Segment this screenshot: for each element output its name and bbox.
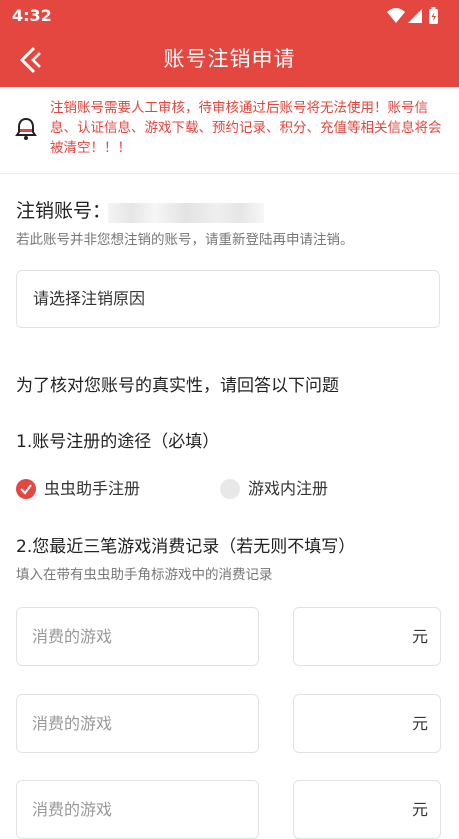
game-input-1[interactable]: 消费的游戏: [16, 607, 259, 666]
status-time: 4:32: [12, 6, 52, 25]
notice-text: 注销账号需要人工审核，待审核通过后账号将无法使用！账号信息、认证信息、游戏下载、…: [50, 100, 442, 156]
currency-unit: 元: [411, 800, 428, 819]
currency-unit: 元: [411, 714, 428, 733]
app-bar: 账号注销申请: [0, 32, 459, 87]
radio-option-app-register[interactable]: 虫虫助手注册: [16, 479, 166, 501]
battery-icon: [429, 7, 438, 24]
question-2-label: 2.您最近三笔游戏消费记录（若无则不填写）: [16, 537, 356, 557]
question-2-hint: 填入在带有虫虫助手角标游戏中的消费记录: [16, 567, 273, 583]
amount-input-1[interactable]: 元: [293, 607, 441, 666]
signal-icon: [408, 9, 422, 23]
page-title: 账号注销申请: [163, 47, 296, 71]
status-icons: [385, 6, 445, 26]
status-bar: 4:32: [0, 0, 459, 32]
amount-input-3[interactable]: 元: [293, 780, 441, 839]
radio-option-game-register[interactable]: 游戏内注册: [220, 479, 350, 501]
verify-title: 为了核对您账号的真实性，请回答以下问题: [16, 376, 339, 396]
currency-unit: 元: [411, 627, 428, 646]
account-label: 注销账号：: [16, 200, 112, 222]
radio-unchecked-icon: [220, 479, 240, 499]
wifi-icon: [387, 8, 405, 23]
radio-option-label: 虫虫助手注册: [44, 479, 141, 498]
bell-icon: [15, 117, 37, 141]
notice-banner: 注销账号需要人工审核，待审核通过后账号将无法使用！账号信息、认证信息、游戏下载、…: [0, 87, 459, 174]
radio-option-label: 游戏内注册: [248, 479, 329, 498]
amount-input-2[interactable]: 元: [293, 694, 441, 753]
account-hint: 若此账号并非您想注销的账号，请重新登陆再申请注销。: [16, 232, 354, 248]
game-input-3[interactable]: 消费的游戏: [16, 780, 259, 839]
account-value-masked: [108, 203, 264, 223]
reason-select[interactable]: 请选择注销原因: [16, 270, 440, 328]
check-icon: [16, 479, 36, 499]
question-1-label: 1.账号注册的途径（必填）: [16, 432, 220, 452]
game-input-2[interactable]: 消费的游戏: [16, 694, 259, 753]
